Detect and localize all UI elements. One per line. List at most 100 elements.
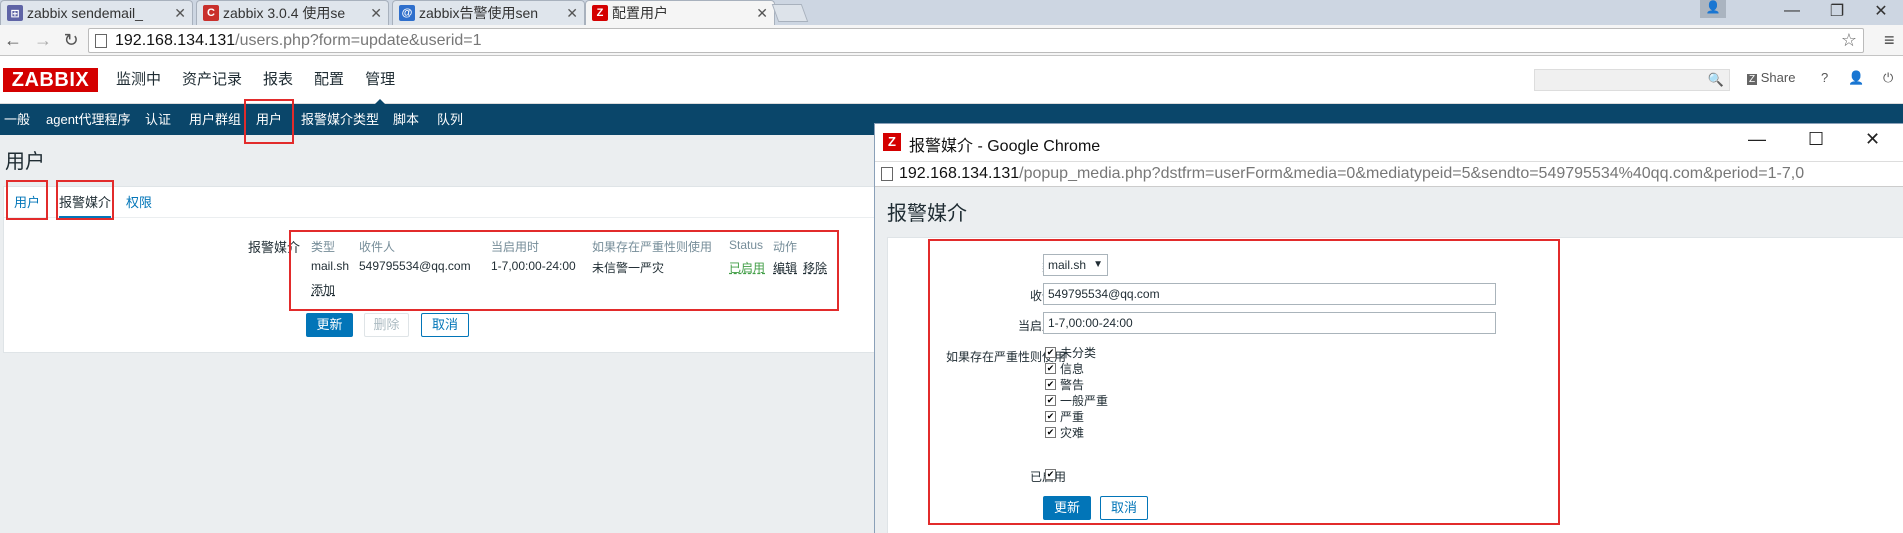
cancel-button[interactable]: 取消 [421,313,469,337]
minimize-icon[interactable]: — [1770,0,1814,22]
user-profile-icon[interactable]: 👤 [1848,70,1864,86]
zabbix-header: ZABBIX 监测中 资产记录 报表 配置 管理 🔍 Z Share ? 👤 ⏻ [0,56,1903,105]
severity-checkbox-high[interactable]: ✔ 严重 [1045,408,1084,424]
checkbox-checked-icon[interactable]: ✔ [1045,410,1056,422]
media-form: 类型 mail.sh ▼ 收件人 549795534@qq.com 当启用时 1… [887,237,1903,533]
column-header-period: 当启用时 [491,240,540,254]
severity-checkbox-information[interactable]: ✔ 信息 [1045,360,1084,376]
browser-tab-4[interactable]: Z 配置用户 ✕ [585,0,775,25]
popup-title-bar: Z 报警媒介 - Google Chrome — ☐ ✕ [875,124,1903,161]
browser-tab-2[interactable]: C zabbix 3.0.4 使用se ✕ [196,0,389,25]
popup-url-host: 192.168.134.131 [899,165,1020,182]
page-icon [95,33,107,48]
browser-tab-label: zabbix告警使用sen [419,5,539,21]
checkbox-checked-icon[interactable]: ✔ [1045,346,1056,358]
severity-option-label: 未分类 [1060,345,1097,360]
severity-option-label: 严重 [1060,409,1085,424]
column-header-status: Status [729,238,764,252]
media-period-cell: 1-7,00:00-24:00 [491,259,576,273]
top-menu-inventory[interactable]: 资产记录 [174,56,250,104]
update-button[interactable]: 更新 [306,313,353,337]
sign-out-icon[interactable]: ⏻ [1883,70,1893,86]
sub-menu-user-groups[interactable]: 用户群组 [185,104,245,135]
column-header-action: 动作 [773,240,798,254]
checkbox-checked-icon[interactable]: ✔ [1045,362,1056,374]
media-remove-link[interactable]: 移除 [803,259,827,276]
checkbox-checked-icon[interactable]: ✔ [1045,468,1056,480]
media-status-link[interactable]: 已启用 [729,259,765,276]
severity-checkbox-average[interactable]: ✔ 一般严重 [1045,392,1108,408]
popup-address-bar[interactable]: 192.168.134.131/popup_media.php?dstfrm=u… [875,161,1903,187]
enabled-checkbox[interactable]: ✔ [1045,466,1060,482]
sendto-input[interactable]: 549795534@qq.com [1043,283,1496,305]
browser-tab-label: zabbix 3.0.4 使用se [223,5,346,21]
zabbix-logo[interactable]: ZABBIX [3,68,98,92]
close-icon[interactable]: ✕ [174,5,186,22]
top-menu: 监测中 资产记录 报表 配置 管理 [108,56,408,105]
top-menu-configuration[interactable]: 配置 [306,56,352,104]
global-search-input[interactable]: 🔍 [1534,69,1730,91]
checkbox-checked-icon[interactable]: ✔ [1045,426,1056,438]
reload-icon[interactable]: ↻ [60,29,82,51]
sub-menu-scripts[interactable]: 脚本 [389,104,423,135]
tab-permissions[interactable]: 权限 [126,188,152,218]
browser-tab-label: 配置用户 [612,5,668,21]
severity-checkbox-not-classified[interactable]: ✔ 未分类 [1045,344,1096,360]
severity-option-label: 灾难 [1060,425,1085,440]
column-header-sendto: 收件人 [359,240,396,254]
severity-option-label: 一般严重 [1060,393,1109,408]
media-popup-window: Z 报警媒介 - Google Chrome — ☐ ✕ 192.168.134… [874,123,1903,533]
bookmark-star-icon[interactable]: ☆ [1841,30,1857,51]
top-menu-administration[interactable]: 管理 [357,56,403,105]
search-icon[interactable]: 🔍 [1708,72,1724,88]
user-profile-icon[interactable]: 👤 [1700,0,1726,18]
media-edit-link[interactable]: 编辑 [773,259,797,276]
top-menu-reports[interactable]: 报表 [255,56,301,104]
severity-checkbox-warning[interactable]: ✔ 警告 [1045,376,1084,392]
top-menu-monitoring[interactable]: 监测中 [108,56,169,104]
period-input[interactable]: 1-7,00:00-24:00 [1043,312,1496,334]
sub-menu-users[interactable]: 用户 [252,104,286,135]
media-type-cell: mail.sh [311,259,350,273]
window-close-icon[interactable]: ✕ [1865,129,1880,150]
browser-tab-1[interactable]: ⊞ zabbix sendemail_ ✕ [0,0,193,25]
zabbix-favicon-icon: Z [883,133,901,151]
sub-menu-queue[interactable]: 队列 [433,104,467,135]
tab-user[interactable]: 用户 [14,188,40,218]
browser-tab-3[interactable]: @ zabbix告警使用sen ✕ [392,0,585,25]
page-favicon-icon: @ [399,5,415,21]
forward-icon[interactable]: → [32,29,54,51]
sub-menu-authentication[interactable]: 认证 [141,104,175,135]
type-select-value: mail.sh [1048,258,1087,272]
browser-menu-icon[interactable]: ≡ [1884,30,1895,51]
severity-option-label: 信息 [1060,361,1085,376]
url-host: 192.168.134.131 [115,31,236,49]
sub-menu-media-types[interactable]: 报警媒介类型 [297,104,383,135]
type-select[interactable]: mail.sh ▼ [1043,254,1108,276]
maximize-icon[interactable]: ☐ [1808,129,1824,150]
popup-update-button[interactable]: 更新 [1043,496,1091,520]
share-link[interactable]: Z Share [1747,70,1795,85]
back-icon[interactable]: ← [2,29,24,51]
delete-button[interactable]: 删除 [364,313,409,337]
close-icon[interactable]: ✕ [756,5,768,22]
page-title: 用户 [5,151,45,173]
tab-media[interactable]: 报警媒介 [59,188,112,218]
popup-body: 报警媒介 类型 mail.sh ▼ 收件人 549795534@qq.com 当… [875,187,1903,533]
media-add-link[interactable]: 添加 [311,281,335,298]
restore-icon[interactable]: ❐ [1815,0,1859,22]
close-icon[interactable]: ✕ [566,5,578,22]
new-tab-button[interactable] [771,4,809,22]
window-close-icon[interactable]: ✕ [1859,0,1903,22]
address-bar[interactable]: 192.168.134.131/users.php?form=update&us… [88,28,1864,53]
checkbox-checked-icon[interactable]: ✔ [1045,394,1056,406]
page-icon [881,167,893,181]
close-icon[interactable]: ✕ [370,5,382,22]
popup-cancel-button[interactable]: 取消 [1100,496,1148,520]
sub-menu-proxies[interactable]: agent代理程序 [42,104,135,135]
help-icon[interactable]: ? [1821,70,1828,85]
severity-checkbox-disaster[interactable]: ✔ 灾难 [1045,424,1084,440]
checkbox-checked-icon[interactable]: ✔ [1045,378,1056,390]
minimize-icon[interactable]: — [1748,129,1766,150]
sub-menu-general[interactable]: 一般 [0,104,34,135]
